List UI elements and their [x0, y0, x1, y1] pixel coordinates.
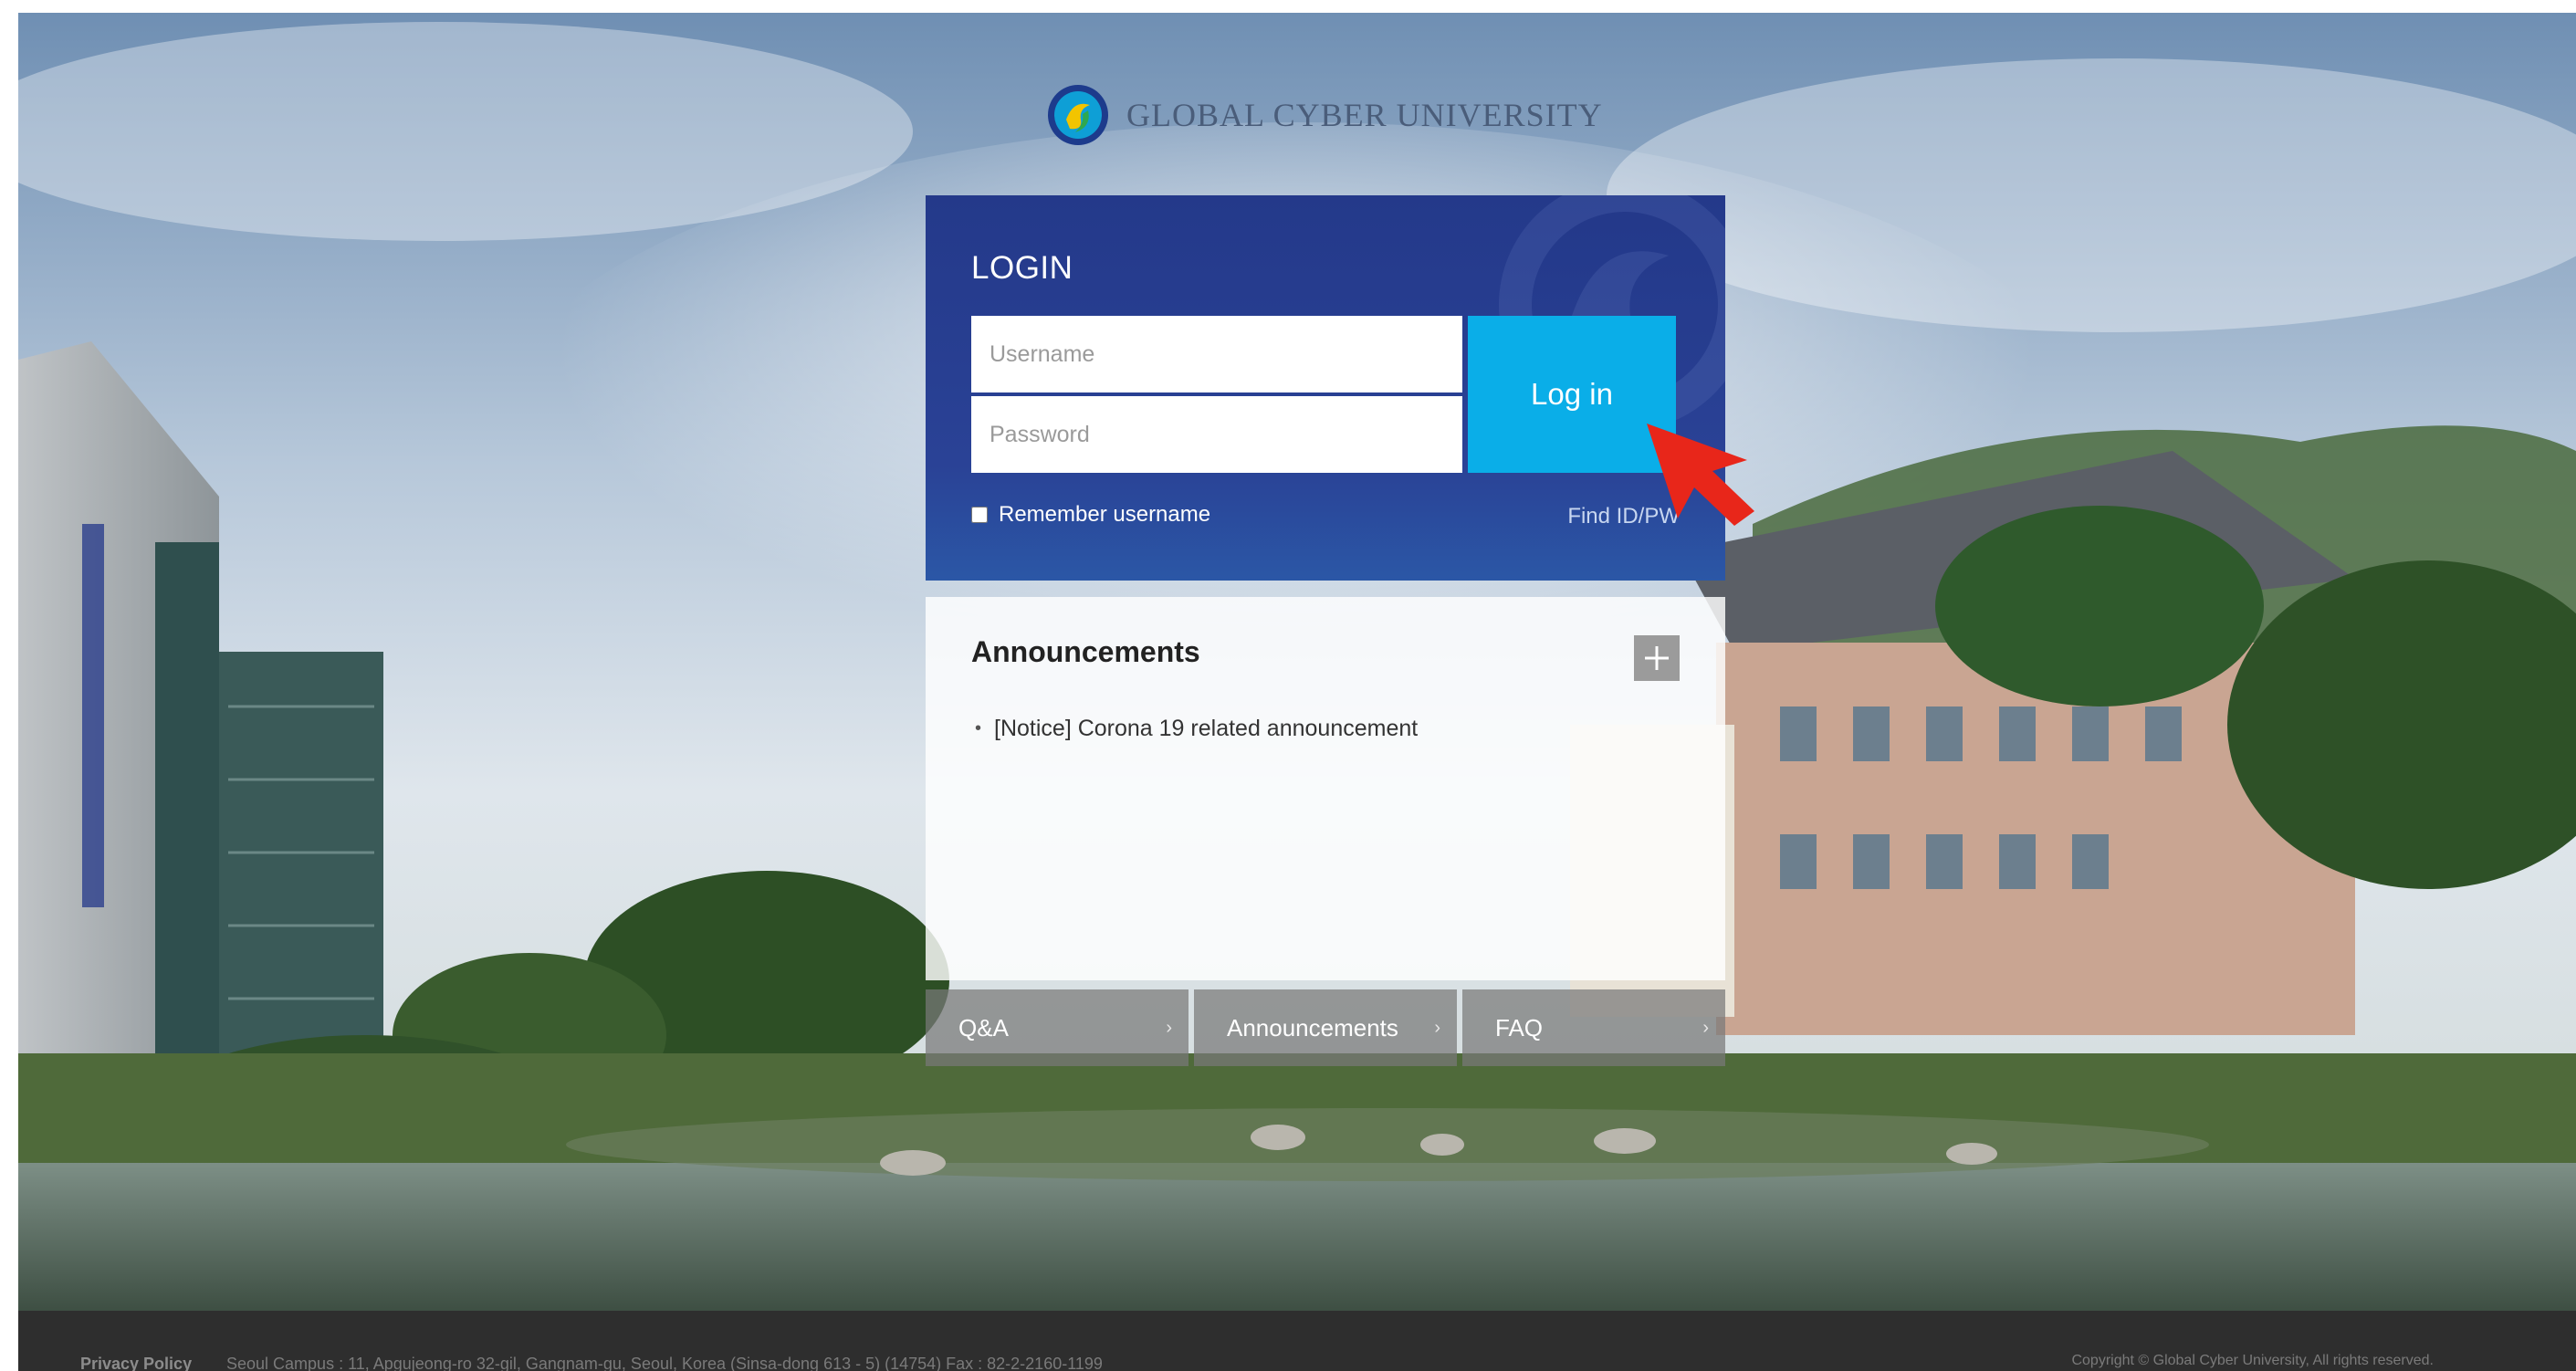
chevron-right-icon: ›	[1702, 1017, 1709, 1038]
announcements-title: Announcements	[971, 635, 1200, 668]
quick-link-label: Q&A	[958, 1013, 1009, 1041]
remember-username-row: Remember username	[971, 502, 1210, 528]
footer-address: Seoul Campus : 11, Apgujeong-ro 32-gil, …	[226, 1355, 1103, 1371]
remember-username-label[interactable]: Remember username	[999, 502, 1210, 528]
quick-links-bar: Q&A › Announcements › FAQ ›	[926, 989, 1725, 1066]
login-button[interactable]: Log in	[1468, 316, 1676, 473]
red-arrow-pointer-icon	[1647, 424, 1754, 526]
bullet-icon: •	[975, 718, 982, 738]
quick-link-label: Announcements	[1227, 1013, 1398, 1041]
quick-link-faq[interactable]: FAQ ›	[1462, 989, 1725, 1066]
page-frame: GLOBAL CYBER UNIVERSITY LOGIN Log in Rem…	[18, 13, 2576, 1371]
plus-icon	[1645, 646, 1669, 670]
footer: Privacy Policy Seoul Campus : 11, Apguje…	[18, 1311, 2576, 1371]
announcements-more-button[interactable]	[1634, 635, 1680, 681]
privacy-policy-link[interactable]: Privacy Policy	[80, 1355, 192, 1371]
quick-link-label: FAQ	[1495, 1013, 1544, 1041]
footer-copyright: Copyright © Global Cyber University, All…	[2071, 1353, 2434, 1368]
quick-link-qna[interactable]: Q&A ›	[926, 989, 1189, 1066]
university-emblem-icon	[1048, 85, 1108, 145]
announcements-list: • [Notice] Corona 19 related announcemen…	[975, 716, 1418, 742]
password-input[interactable]	[971, 396, 1462, 473]
announcement-item[interactable]: • [Notice] Corona 19 related announcemen…	[975, 716, 1418, 742]
announcements-panel: Announcements • [Notice] Corona 19 relat…	[926, 597, 1725, 980]
login-title: LOGIN	[971, 250, 1073, 286]
chevron-right-icon: ›	[1434, 1017, 1440, 1038]
chevron-right-icon: ›	[1166, 1017, 1172, 1038]
quick-link-announcements[interactable]: Announcements ›	[1194, 989, 1457, 1066]
login-panel: LOGIN Log in Remember username Find ID/P…	[926, 195, 1725, 581]
university-name: GLOBAL CYBER UNIVERSITY	[1126, 97, 1603, 133]
username-input[interactable]	[971, 316, 1462, 392]
remember-username-checkbox[interactable]	[971, 507, 988, 523]
announcement-item-text[interactable]: [Notice] Corona 19 related announcement	[994, 716, 1418, 742]
site-logo[interactable]: GLOBAL CYBER UNIVERSITY	[1046, 78, 1603, 152]
